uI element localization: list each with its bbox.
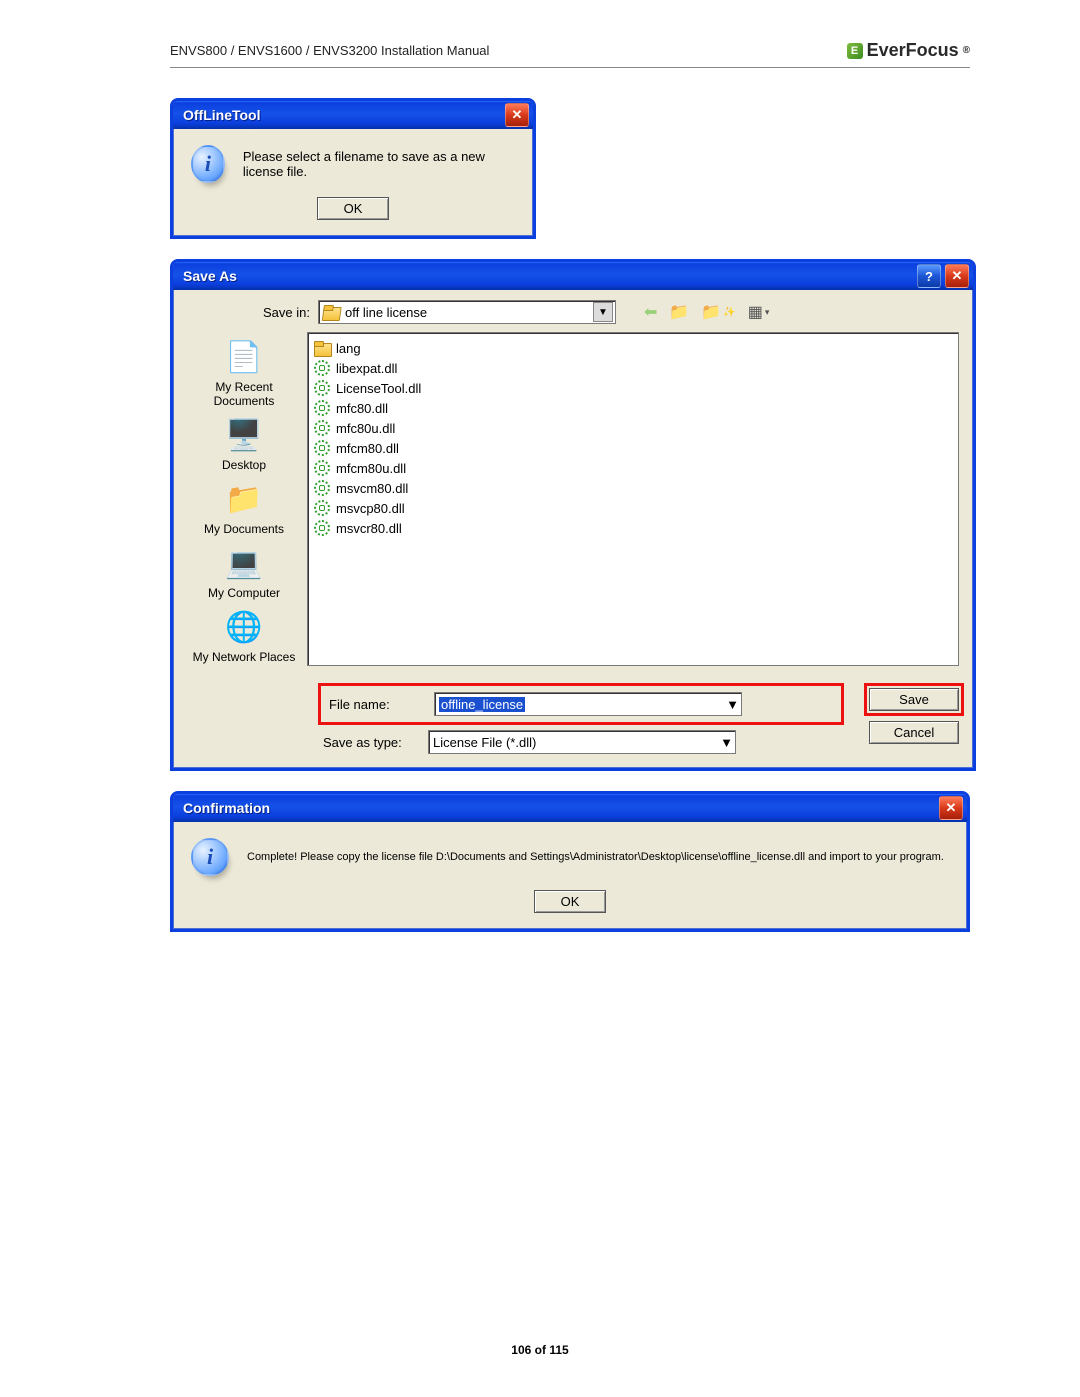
- dll-icon: [314, 380, 330, 396]
- save-button[interactable]: Save: [869, 688, 959, 711]
- list-item[interactable]: msvcr80.dll: [314, 519, 952, 537]
- documents-icon: 📁: [222, 480, 266, 520]
- page-total: 115: [549, 1343, 568, 1357]
- place-recent[interactable]: 📄My Recent Documents: [189, 334, 299, 408]
- cancel-button[interactable]: Cancel: [869, 721, 959, 744]
- filename-row: File name: offline_license ▼: [323, 688, 839, 720]
- place-label: Desktop: [189, 458, 299, 472]
- titlebar[interactable]: Save As ? ✕: [173, 262, 973, 290]
- file-list[interactable]: lang libexpat.dll LicenseTool.dll mfc80.…: [307, 332, 959, 666]
- titlebar[interactable]: Confirmation ✕: [173, 794, 967, 822]
- file-name: LicenseTool.dll: [336, 381, 421, 396]
- place-documents[interactable]: 📁 My Documents: [189, 476, 299, 536]
- place-computer[interactable]: 💻 My Computer: [189, 540, 299, 600]
- place-label: My Network Places: [189, 650, 299, 664]
- ok-button[interactable]: OK: [317, 197, 390, 220]
- place-desktop[interactable]: 🖥️ Desktop: [189, 412, 299, 472]
- save-in-combo[interactable]: off line license ▼: [318, 300, 616, 324]
- dll-icon: [314, 360, 330, 376]
- brand-name: EverFocus: [867, 40, 959, 61]
- chevron-down-icon[interactable]: ▼: [726, 697, 739, 712]
- list-item[interactable]: mfc80u.dll: [314, 419, 952, 437]
- page-num: 106: [511, 1343, 531, 1357]
- offline-tool-dialog: OffLineTool ✕ i Please select a filename…: [170, 98, 536, 239]
- list-item[interactable]: lang: [314, 339, 952, 357]
- file-name: libexpat.dll: [336, 361, 397, 376]
- save-as-dialog: Save As ? ✕ Save in: off line license ▼ …: [170, 259, 976, 771]
- info-icon: i: [191, 838, 229, 876]
- dll-icon: [314, 400, 330, 416]
- dll-icon: [314, 460, 330, 476]
- document-header: ENVS800 / ENVS1600 / ENVS3200 Installati…: [170, 40, 970, 68]
- folder-nav-icons: ⬅ 📁 📁✨ ▦▾: [644, 302, 769, 322]
- file-name: mfcm80.dll: [336, 441, 399, 456]
- desktop-icon: 🖥️: [222, 416, 266, 456]
- dll-icon: [314, 520, 330, 536]
- titlebar[interactable]: OffLineTool ✕: [173, 101, 533, 129]
- dll-icon: [314, 440, 330, 456]
- file-name: msvcr80.dll: [336, 521, 402, 536]
- chevron-down-icon[interactable]: ▼: [593, 302, 613, 322]
- up-folder-icon[interactable]: 📁: [669, 302, 689, 322]
- dialog-message: Please select a filename to save as a ne…: [243, 149, 515, 179]
- close-icon[interactable]: ✕: [945, 264, 969, 288]
- network-icon: 🌐: [222, 608, 266, 648]
- save-type-value: License File (*.dll): [433, 735, 536, 750]
- list-item[interactable]: mfc80.dll: [314, 399, 952, 417]
- doc-title: ENVS800 / ENVS1600 / ENVS3200 Installati…: [170, 43, 489, 58]
- file-name: msvcm80.dll: [336, 481, 408, 496]
- place-network[interactable]: 🌐 My Network Places: [189, 604, 299, 664]
- save-in-value: off line license: [345, 305, 587, 320]
- filename-label: File name:: [329, 697, 424, 712]
- list-item[interactable]: LicenseTool.dll: [314, 379, 952, 397]
- close-icon[interactable]: ✕: [939, 796, 963, 820]
- folder-icon: [314, 341, 330, 355]
- save-type-combo[interactable]: License File (*.dll) ▼: [428, 730, 736, 754]
- list-item[interactable]: msvcp80.dll: [314, 499, 952, 517]
- folder-icon: [322, 305, 340, 319]
- ok-button[interactable]: OK: [534, 890, 607, 913]
- view-menu-icon[interactable]: ▦▾: [748, 302, 770, 322]
- file-name: lang: [336, 341, 361, 356]
- file-name: mfc80.dll: [336, 401, 388, 416]
- brand-mark-icon: E: [847, 43, 863, 59]
- save-type-row: Save as type: License File (*.dll) ▼: [323, 730, 839, 754]
- filename-value: offline_license: [439, 697, 525, 712]
- info-icon: i: [191, 145, 225, 183]
- file-name: msvcp80.dll: [336, 501, 405, 516]
- dll-icon: [314, 500, 330, 516]
- computer-icon: 💻: [222, 544, 266, 584]
- places-bar: 📄My Recent Documents 🖥️ Desktop 📁 My Docum…: [187, 332, 301, 666]
- recent-icon: 📄: [222, 338, 266, 378]
- brand-logo: E EverFocus®: [847, 40, 970, 61]
- list-item[interactable]: mfcm80.dll: [314, 439, 952, 457]
- back-icon[interactable]: ⬅: [644, 302, 657, 322]
- place-label: My Documents: [189, 522, 299, 536]
- place-label: My Computer: [189, 586, 299, 600]
- confirmation-dialog: Confirmation ✕ i Complete! Please copy t…: [170, 791, 970, 932]
- chevron-down-icon[interactable]: ▼: [720, 735, 733, 750]
- dialog-title: Save As: [183, 268, 237, 284]
- place-label: My Recent Documents: [189, 380, 299, 408]
- list-item[interactable]: mfcm80u.dll: [314, 459, 952, 477]
- list-item[interactable]: msvcm80.dll: [314, 479, 952, 497]
- file-name: mfcm80u.dll: [336, 461, 406, 476]
- new-folder-icon[interactable]: 📁✨: [701, 302, 735, 322]
- dialog-title: OffLineTool: [183, 107, 261, 123]
- list-item[interactable]: libexpat.dll: [314, 359, 952, 377]
- filename-combo[interactable]: offline_license ▼: [434, 692, 742, 716]
- dialog-title: Confirmation: [183, 800, 270, 816]
- close-icon[interactable]: ✕: [505, 103, 529, 127]
- dialog-message: Complete! Please copy the license file D…: [247, 851, 944, 863]
- save-in-label: Save in:: [245, 305, 310, 320]
- dll-icon: [314, 420, 330, 436]
- save-type-label: Save as type:: [323, 735, 418, 750]
- page-of: of: [535, 1343, 546, 1357]
- page-footer: 106 of 115: [0, 1343, 1080, 1357]
- help-icon[interactable]: ?: [917, 264, 941, 288]
- file-name: mfc80u.dll: [336, 421, 395, 436]
- dll-icon: [314, 480, 330, 496]
